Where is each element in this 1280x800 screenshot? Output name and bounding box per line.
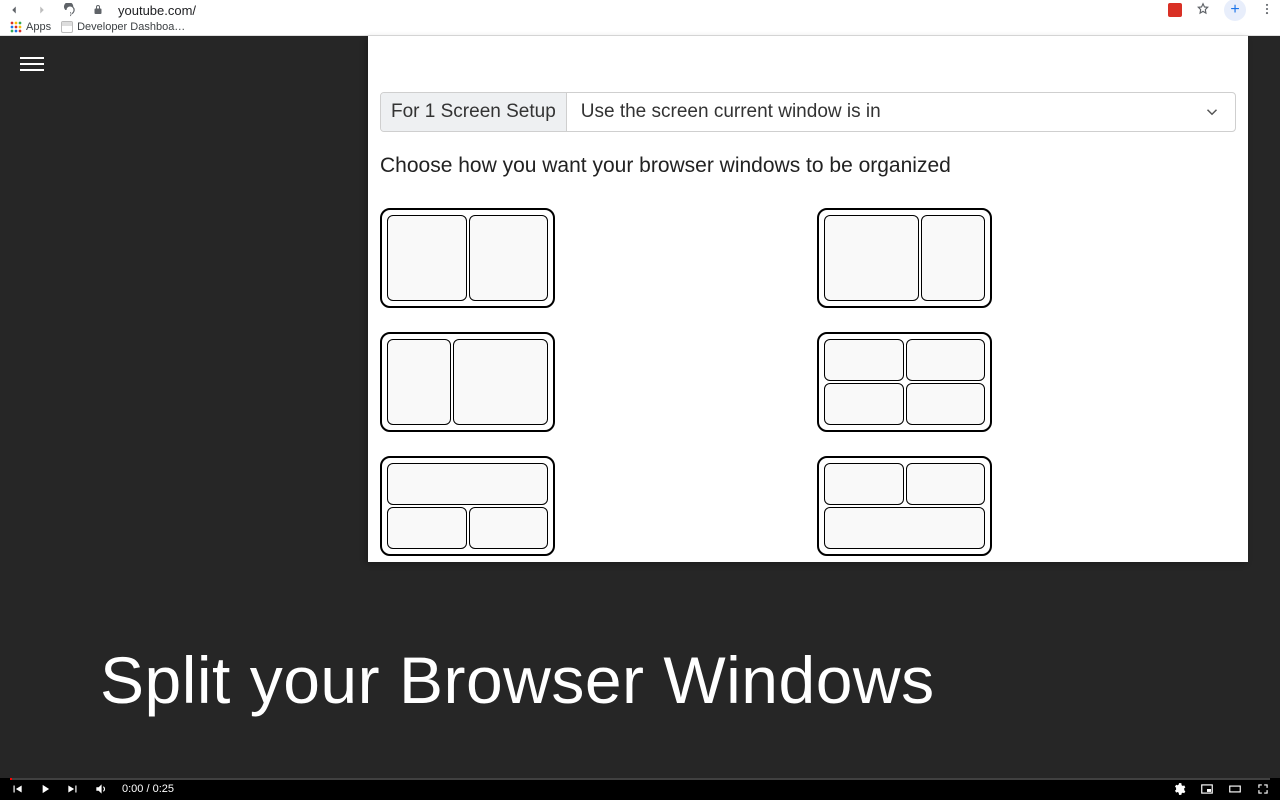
chrome-store-icon [61,21,73,33]
layout-pane [906,383,986,425]
reload-icon[interactable] [62,2,78,18]
play-icon[interactable] [38,782,52,796]
layout-60-40[interactable] [817,208,992,308]
apps-icon [10,21,22,33]
layout-top-split-bottom[interactable] [380,456,555,556]
browser-chrome-top: youtube.com/ + Apps Developer Dashboa… [0,0,1280,36]
address-bar-host[interactable]: youtube.com/ [118,3,196,18]
chevron-down-icon [1203,103,1221,121]
extension-icon[interactable] [1168,3,1182,17]
promo-headline: Split your Browser Windows [100,642,935,718]
layout-pane [906,463,986,505]
layout-40-60[interactable] [380,332,555,432]
layout-pane [824,507,985,549]
layout-pane [469,215,549,301]
screen-setup-select-value: Use the screen current window is in [581,101,881,123]
layout-pane [824,339,904,381]
layout-pane [921,215,985,301]
next-icon[interactable] [66,782,80,796]
time-total: 0:25 [153,783,174,795]
fullscreen-icon[interactable] [1256,782,1270,796]
bookmark-dev-dashboard-label: Developer Dashboa… [77,21,185,33]
miniplayer-icon[interactable] [1200,782,1214,796]
layout-pane [824,215,919,301]
choose-layout-text: Choose how you want your browser windows… [380,154,1236,178]
time-current: 0:00 [122,783,143,795]
bookmark-apps[interactable]: Apps [10,21,51,33]
layout-pane [387,507,467,549]
bookmark-apps-label: Apps [26,21,51,33]
forward-icon [34,2,50,18]
theater-mode-icon[interactable] [1228,782,1242,796]
layout-pane [387,463,548,505]
volume-icon[interactable] [94,782,108,796]
settings-gear-icon[interactable] [1172,782,1186,796]
bookmark-dev-dashboard[interactable]: Developer Dashboa… [61,21,185,33]
star-icon[interactable] [1196,2,1210,19]
kebab-menu-icon[interactable] [1260,2,1274,19]
layout-pane [824,463,904,505]
layout-quad[interactable] [817,332,992,432]
layout-pane [453,339,548,425]
new-tab-button[interactable]: + [1224,0,1246,21]
back-icon[interactable] [6,2,22,18]
video-stage: For 1 Screen Setup Use the screen curren… [0,36,1280,778]
screen-setup-label: For 1 Screen Setup [381,93,567,131]
player-time: 0:00 / 0:25 [122,783,174,795]
layout-pane [906,339,986,381]
layout-50-50[interactable] [380,208,555,308]
layout-pane [387,215,467,301]
previous-icon[interactable] [10,782,24,796]
layout-split-top-bottom[interactable] [817,456,992,556]
extension-popup: For 1 Screen Setup Use the screen curren… [368,36,1248,562]
progress-bar[interactable] [10,778,1270,780]
hamburger-menu-icon[interactable] [20,52,44,76]
time-sep: / [143,783,152,795]
lock-icon [90,2,106,18]
layout-options [380,208,1236,556]
layout-pane [824,383,904,425]
screen-setup-select[interactable]: Use the screen current window is in [567,93,1235,131]
layout-pane [387,339,451,425]
layout-pane [469,507,549,549]
screen-setup-row: For 1 Screen Setup Use the screen curren… [380,92,1236,132]
video-player-bar: 0:00 / 0:25 [0,778,1280,800]
